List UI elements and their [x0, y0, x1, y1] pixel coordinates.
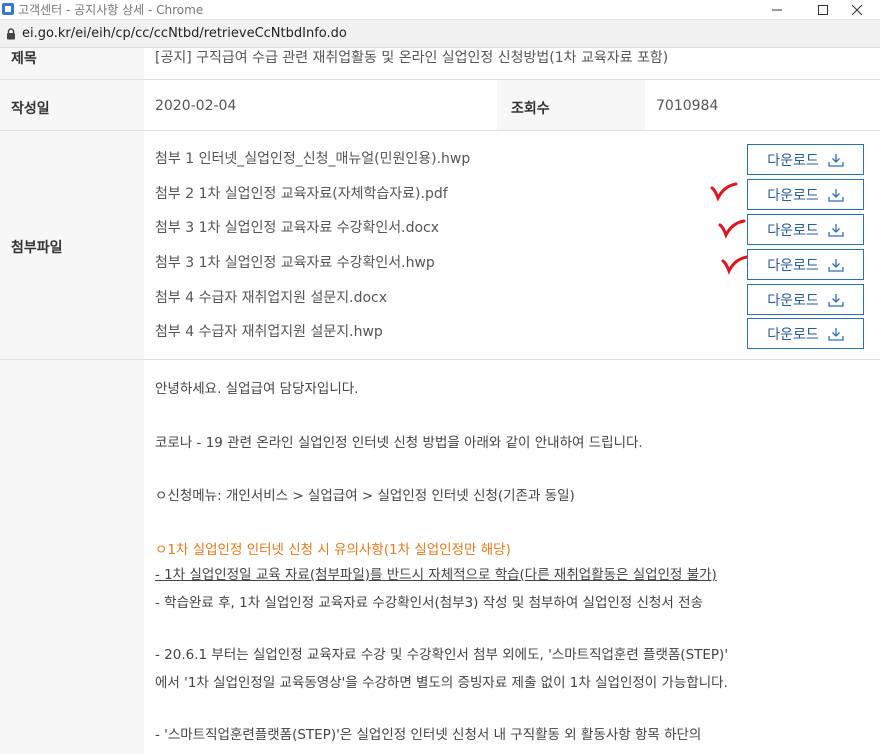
title-label: 제목: [11, 51, 37, 67]
download-label: 다운로드: [767, 187, 819, 204]
download-icon: [828, 293, 844, 307]
download-label: 다운로드: [767, 222, 819, 239]
download-button[interactable]: 다운로드: [747, 249, 864, 280]
download-button[interactable]: 다운로드: [747, 214, 864, 245]
download-label: 다운로드: [767, 326, 819, 343]
close-icon: [852, 5, 862, 15]
favicon-icon: [2, 3, 14, 15]
body-header: [0, 360, 144, 754]
views-value: 7010984: [656, 98, 719, 114]
views-label: 조회수: [511, 101, 550, 117]
date-header: 작성일: [0, 80, 144, 130]
body-intro: 코로나 - 19 관련 온라인 실업인정 인터넷 신청 방법을 아래와 같이 안…: [155, 435, 643, 451]
download-button[interactable]: 다운로드: [747, 284, 864, 315]
attachments-header: 첨부파일: [0, 131, 144, 359]
notice-detail: 제목 [공지] 구직급여 수급 관련 재취업활동 및 온라인 실업인정 신청방법…: [0, 48, 880, 754]
download-icon: [828, 188, 844, 202]
body-line: - 20.6.1 부터는 실업인정 교육자료 수강 및 수강확인서 첨부 외에도…: [155, 647, 729, 663]
title-row: 제목 [공지] 구직급여 수급 관련 재취업활동 및 온라인 실업인정 신청방법…: [0, 48, 880, 80]
check-mark-icon: [721, 255, 749, 275]
download-button[interactable]: 다운로드: [747, 144, 864, 175]
url-text[interactable]: ei.go.kr/ei/eih/cp/cc/ccNtbd/retrieveCcN…: [22, 26, 347, 41]
date-value: 2020-02-04: [155, 98, 237, 114]
maximize-icon: [818, 5, 828, 15]
attachment-name: 첨부 4 수급자 재취업지원 설문지.hwp: [155, 324, 383, 340]
body-line: - 학습완료 후, 1차 실업인정 교육자료 수강확인서(첨부3) 작성 및 첨…: [155, 595, 703, 611]
title-header: 제목: [0, 48, 144, 79]
lock-icon: [7, 28, 15, 40]
attachment-name: 첨부 4 수급자 재취업지원 설문지.docx: [155, 290, 388, 306]
body-line: - '스마트직업훈련플랫폼(STEP)'은 실업인정 인터넷 신청서 내 구직활…: [155, 727, 702, 743]
date-label: 작성일: [11, 101, 50, 117]
body-row: 안녕하세요. 실업급여 담당자입니다. 코로나 - 19 관련 온라인 실업인정…: [0, 360, 880, 754]
attachments-row: 첨부파일 첨부 1 인터넷_실업인정_신청_매뉴얼(민원인용).hwp 다운로드…: [0, 131, 880, 360]
check-mark-icon: [710, 182, 738, 202]
body-greeting: 안녕하세요. 실업급여 담당자입니다.: [155, 381, 359, 397]
window-titlebar: 고객센터 - 공지사항 상세 - Chrome: [0, 0, 880, 20]
attachment-name: 첨부 3 1차 실업인정 교육자료 수강확인서.docx: [155, 220, 440, 236]
address-bar[interactable]: ei.go.kr/ei/eih/cp/cc/ccNtbd/retrieveCcN…: [0, 20, 880, 48]
minimize-icon: [772, 9, 782, 11]
window-title: 고객센터 - 공지사항 상세 - Chrome: [18, 3, 204, 17]
date-row: 작성일 2020-02-04 조회수 7010984: [0, 80, 880, 131]
download-label: 다운로드: [767, 152, 819, 169]
download-button[interactable]: 다운로드: [747, 318, 864, 349]
download-icon: [828, 153, 844, 167]
views-header: 조회수: [497, 80, 645, 130]
attachment-name: 첨부 1 인터넷_실업인정_신청_매뉴얼(민원인용).hwp: [155, 151, 471, 167]
attachment-name: 첨부 3 1차 실업인정 교육자료 수강확인서.hwp: [155, 255, 435, 271]
body-line: - 1차 실업인정일 교육 자료(첨부파일)를 반드시 자체적으로 학습(다른 …: [155, 567, 717, 583]
attachments-label: 첨부파일: [11, 240, 63, 256]
notice-title: [공지] 구직급여 수급 관련 재취업활동 및 온라인 실업인정 신청방법(1차…: [155, 50, 669, 66]
download-label: 다운로드: [767, 257, 819, 274]
download-icon: [828, 258, 844, 272]
attachment-name: 첨부 2 1차 실업인정 교육자료(자체학습자료).pdf: [155, 186, 448, 202]
minimize-button[interactable]: [754, 0, 800, 20]
body-notice-heading: ㅇ1차 실업인정 인터넷 신청 시 유의사항(1차 실업인정만 해당): [155, 542, 511, 558]
download-icon: [828, 223, 844, 237]
body-menu: ㅇ신청메뉴: 개인서비스 > 실업급여 > 실업인정 인터넷 신청(기존과 동일…: [155, 488, 575, 504]
download-button[interactable]: 다운로드: [747, 179, 864, 210]
body-line: 에서 '1차 실업인정일 교육동영상'을 수강하면 별도의 증빙자료 제출 없이…: [155, 675, 728, 691]
download-label: 다운로드: [767, 292, 819, 309]
download-icon: [828, 327, 844, 341]
close-button[interactable]: [834, 0, 880, 20]
check-mark-icon: [718, 219, 746, 239]
